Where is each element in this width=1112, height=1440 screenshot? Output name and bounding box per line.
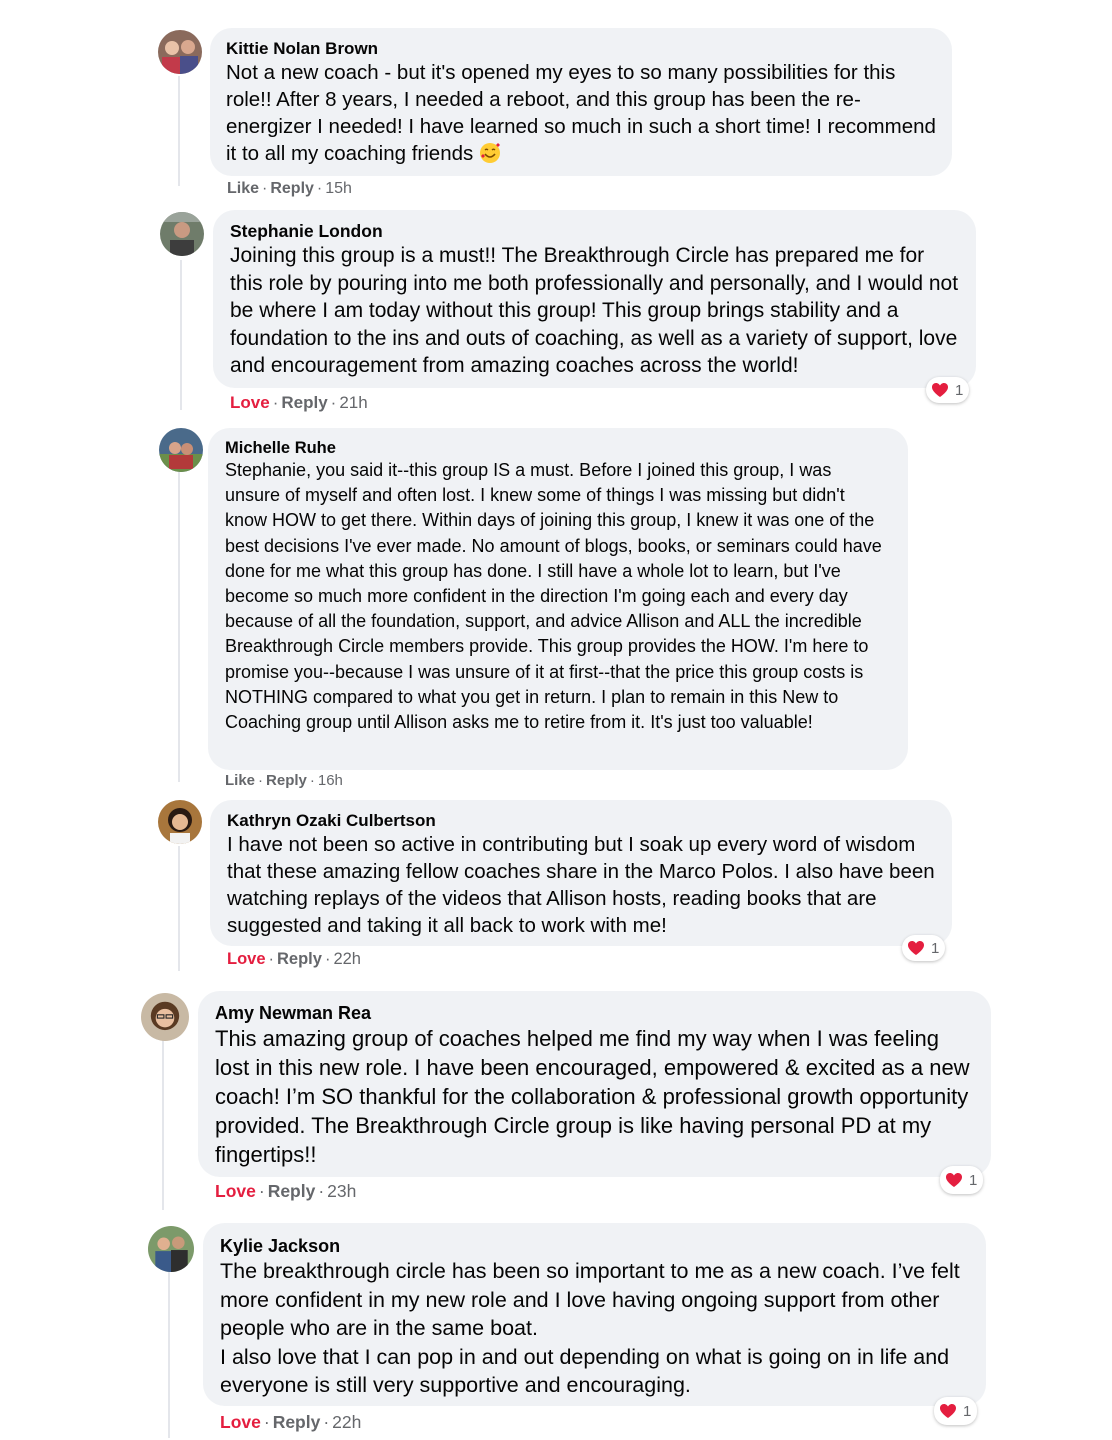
comment-actions: Love · Reply · 22h — [220, 1412, 361, 1433]
love-button[interactable]: Love — [215, 1181, 256, 1201]
comment-bubble: Kylie Jackson The breakthrough circle ha… — [203, 1223, 986, 1406]
love-button[interactable]: Love — [220, 1412, 261, 1432]
avatar[interactable] — [158, 800, 202, 844]
heart-reaction-icon — [929, 379, 951, 401]
reply-button[interactable]: Reply — [273, 1412, 321, 1432]
separator-dot: · — [263, 1412, 270, 1432]
comment-time[interactable]: 23h — [327, 1181, 356, 1201]
reaction-count: 1 — [955, 381, 964, 399]
separator-dot: · — [258, 1181, 265, 1201]
separator-dot: · — [330, 393, 337, 412]
reply-button[interactable]: Reply — [281, 393, 327, 412]
comment-bubble: Michelle Ruhe Stephanie, you said it--th… — [208, 428, 908, 770]
love-button[interactable]: Love — [227, 950, 266, 968]
separator-dot: · — [272, 393, 279, 412]
like-button[interactable]: Like — [225, 772, 255, 789]
comment-actions: Like · Reply · 16h — [225, 772, 343, 789]
comment-bubble: Kittie Nolan Brown Not a new coach - but… — [210, 28, 952, 176]
comment-time[interactable]: 16h — [318, 772, 343, 789]
thread-line — [178, 846, 180, 971]
reply-button[interactable]: Reply — [266, 772, 307, 789]
comment-time[interactable]: 15h — [325, 180, 352, 197]
avatar[interactable] — [158, 30, 202, 74]
thread-line — [180, 260, 182, 410]
comment-text: Joining this group is a must!! The Break… — [230, 244, 964, 377]
comment-time[interactable]: 22h — [333, 950, 361, 968]
separator-dot: · — [309, 772, 315, 789]
heart-reaction-icon — [943, 1169, 965, 1191]
comment-time[interactable]: 21h — [339, 393, 367, 412]
avatar[interactable] — [159, 428, 203, 472]
comment-actions: Love · Reply · 21h — [230, 393, 368, 413]
thread-line — [168, 1272, 170, 1438]
comment-text: Not a new coach - but it's opened my eye… — [226, 61, 942, 165]
reply-button[interactable]: Reply — [268, 1181, 316, 1201]
thread-line — [178, 472, 180, 782]
comment-text: This amazing group of coaches helped me … — [215, 1026, 976, 1167]
avatar[interactable] — [141, 993, 189, 1041]
reaction-count: 1 — [963, 1402, 972, 1420]
reaction-count: 1 — [969, 1171, 978, 1189]
heart-reaction-icon — [937, 1400, 959, 1422]
comment-bubble: Amy Newman Rea This amazing group of coa… — [198, 991, 991, 1177]
thread-line — [178, 76, 180, 186]
comment-bubble: Kathryn Ozaki Culbertson I have not been… — [210, 800, 952, 946]
comment-actions: Love · Reply · 22h — [227, 950, 361, 969]
comment-actions: Love · Reply · 23h — [215, 1181, 356, 1202]
reply-button[interactable]: Reply — [270, 180, 314, 197]
thread-line — [162, 1040, 164, 1210]
comment-time[interactable]: 22h — [332, 1412, 361, 1432]
comment-text: The breakthrough circle has been so impo… — [220, 1259, 960, 1397]
separator-dot: · — [318, 1181, 325, 1201]
avatar[interactable] — [160, 212, 204, 256]
comment-author[interactable]: Kittie Nolan Brown — [226, 39, 936, 59]
reaction-count: 1 — [931, 939, 940, 957]
separator-dot: · — [324, 950, 331, 968]
comment-author[interactable]: Kylie Jackson — [220, 1235, 969, 1257]
comment-bubble: Stephanie London Joining this group is a… — [213, 210, 976, 388]
comment-actions: Like · Reply · 15h — [227, 180, 352, 198]
reaction-summary[interactable]: 1 — [902, 935, 946, 961]
reply-button[interactable]: Reply — [277, 950, 322, 968]
avatar[interactable] — [148, 1226, 194, 1272]
comment-author[interactable]: Amy Newman Rea — [215, 1002, 974, 1024]
heart-reaction-icon — [905, 937, 927, 959]
separator-dot: · — [316, 180, 323, 197]
reaction-summary[interactable]: 1 — [926, 377, 970, 403]
comment-text: Stephanie, you said it--this group IS a … — [225, 460, 887, 733]
smiling-face-with-hearts-icon — [479, 143, 500, 163]
separator-dot: · — [262, 180, 268, 197]
comment-author[interactable]: Stephanie London — [230, 221, 959, 242]
comment-author[interactable]: Michelle Ruhe — [225, 438, 891, 458]
separator-dot: · — [258, 772, 264, 789]
reaction-summary[interactable]: 1 — [934, 1397, 978, 1425]
reaction-summary[interactable]: 1 — [940, 1166, 984, 1194]
love-button[interactable]: Love — [230, 393, 270, 412]
comment-author[interactable]: Kathryn Ozaki Culbertson — [227, 810, 935, 831]
separator-dot: · — [268, 950, 275, 968]
like-button[interactable]: Like — [227, 180, 259, 197]
separator-dot: · — [323, 1412, 330, 1432]
comment-text: I have not been so active in contributin… — [227, 833, 941, 937]
